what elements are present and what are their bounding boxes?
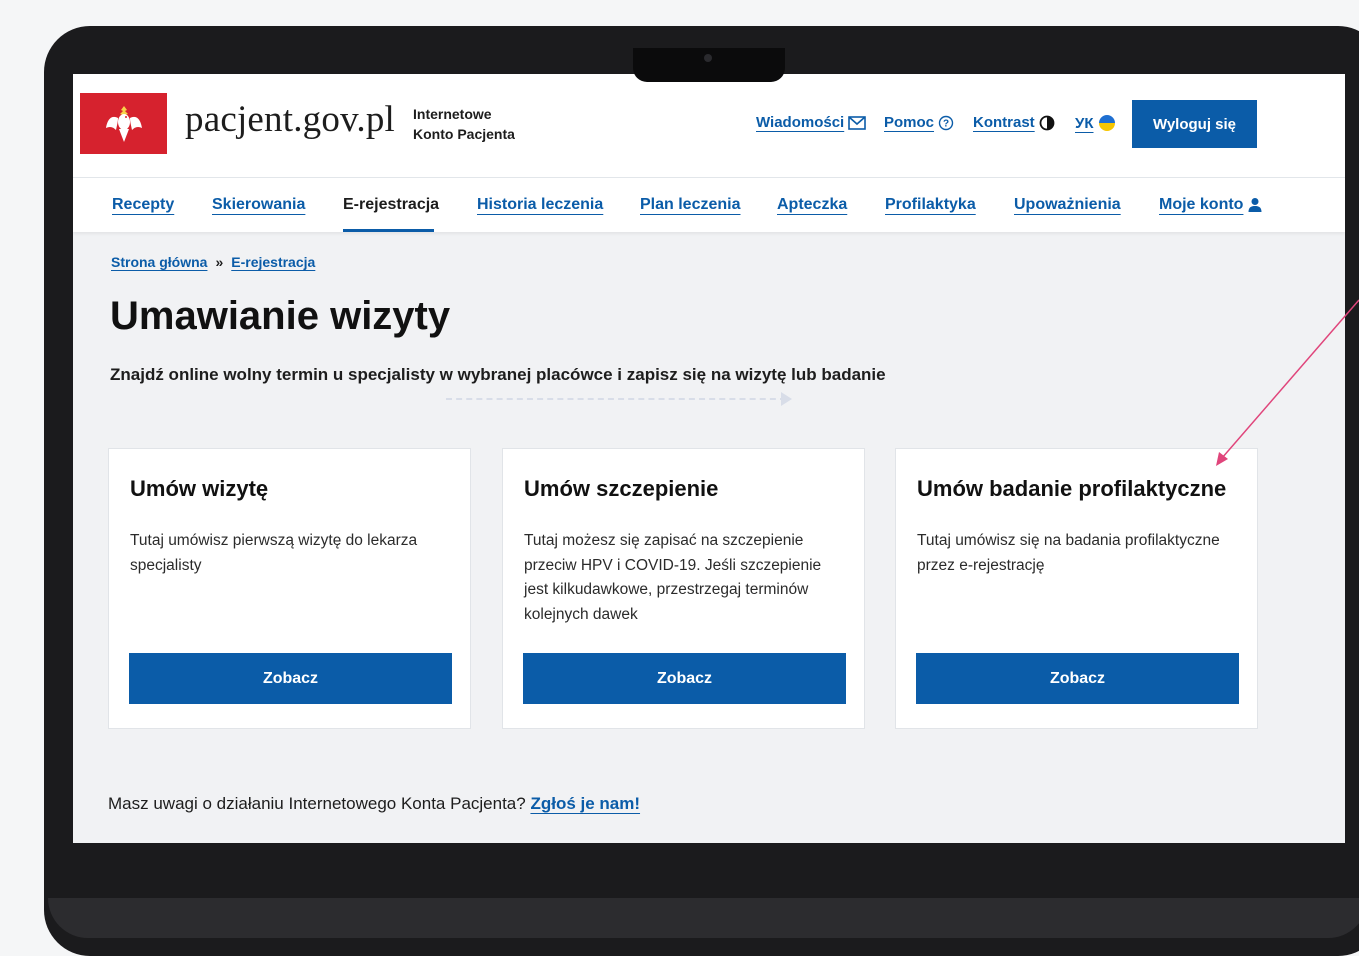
camera-icon xyxy=(704,54,712,62)
camera-notch xyxy=(633,48,785,82)
annotation-arrow-line xyxy=(1221,299,1359,459)
annotation-arrow xyxy=(1216,299,1359,466)
